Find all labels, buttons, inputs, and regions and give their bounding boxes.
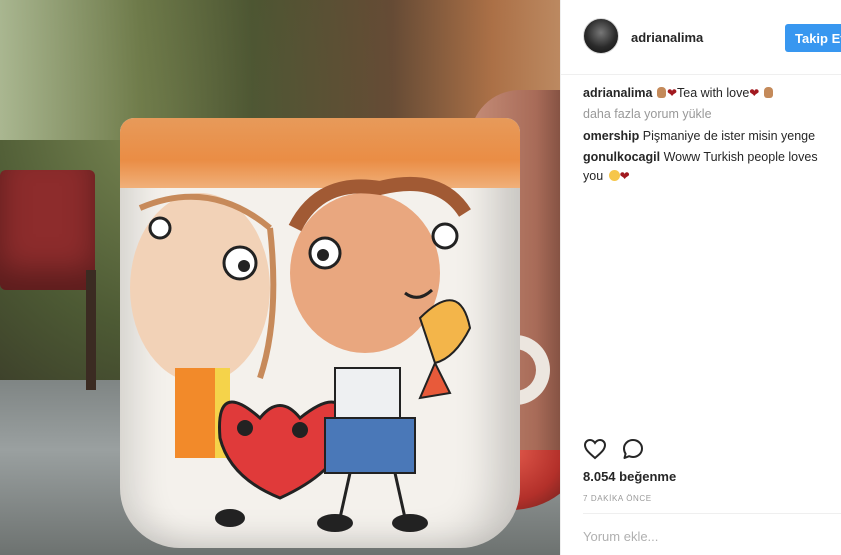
post-author-username[interactable]: adrianalima: [631, 30, 703, 45]
photo-mug-illustration: [130, 176, 472, 532]
heart-emoji-icon: ❤: [749, 86, 760, 100]
photo-mug: [120, 118, 520, 548]
comments-section: adrianalima ❤Tea with love❤ daha fazla y…: [583, 84, 833, 188]
photo-red-chair: [0, 170, 95, 290]
post-header: adrianalima Takip Et: [561, 0, 841, 75]
hand-emoji-icon: [656, 87, 666, 98]
load-more-comments-link[interactable]: daha fazla yorum yükle: [583, 105, 833, 124]
hand-emoji-icon: [763, 87, 773, 98]
surprised-face-emoji-icon: [608, 170, 620, 181]
caption-text: Tea with love: [677, 86, 750, 100]
post-actions: [583, 437, 655, 461]
post-details-panel: adrianalima Takip Et adrianalima ❤Tea wi…: [560, 0, 841, 555]
heart-outline-icon[interactable]: [583, 437, 607, 461]
follow-button[interactable]: Takip Et: [785, 24, 841, 52]
post-timestamp[interactable]: 7 DAKİKA ÖNCE: [583, 494, 652, 503]
list-item: gonulkocagil Woww Turkish people loves y…: [583, 148, 833, 186]
comment-username[interactable]: omership: [583, 129, 639, 143]
heart-emoji-icon: ❤: [619, 169, 630, 183]
add-comment-input[interactable]: [583, 526, 833, 546]
comment-text: Pişmaniye de ister misin yenge: [642, 129, 816, 143]
list-item: omership Pişmaniye de ister misin yenge: [583, 127, 833, 146]
divider: [583, 513, 841, 514]
comment-username[interactable]: gonulkocagil: [583, 150, 660, 164]
caption-username[interactable]: adrianalima: [583, 86, 652, 100]
avatar[interactable]: [583, 18, 619, 54]
likes-count[interactable]: 8.054 beğenme: [583, 469, 676, 484]
caption: adrianalima ❤Tea with love❤: [583, 84, 833, 103]
photo-chair-leg: [86, 270, 96, 390]
heart-emoji-icon: ❤: [666, 86, 678, 100]
post-photo[interactable]: [0, 0, 560, 555]
speech-bubble-icon[interactable]: [621, 437, 645, 461]
